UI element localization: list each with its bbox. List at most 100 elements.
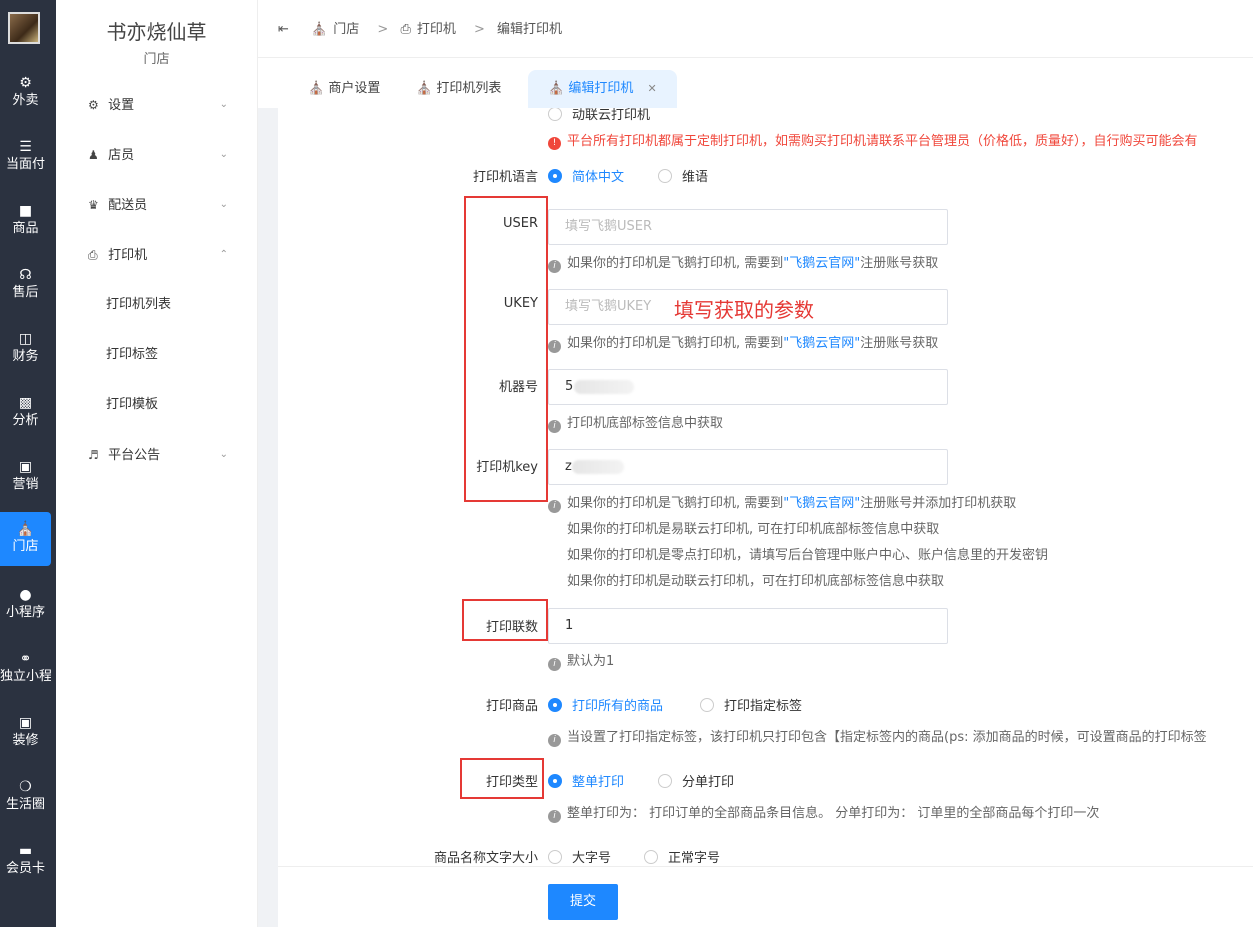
feie-cloud-link[interactable]: "飞鹅云官网" <box>783 496 860 511</box>
radio-checked-icon <box>548 698 562 712</box>
feie-cloud-link[interactable]: "飞鹅云官网" <box>783 256 860 271</box>
collapse-menu-icon[interactable]: ⇤ <box>278 22 289 37</box>
product-icon: ■ <box>18 203 33 219</box>
user-hint: i 如果你的打印机是飞鹅打印机, 需要到"飞鹅云官网"注册账号获取 <box>548 252 938 273</box>
radio-icon <box>658 169 672 183</box>
store-icon: ⛪ <box>416 81 433 96</box>
font-size-option-normal[interactable]: 正常字号 <box>644 847 720 866</box>
link-icon: ⚭ <box>19 651 32 667</box>
breadcrumb-current: 编辑打印机 <box>497 22 563 37</box>
rail-item-store[interactable]: ⛪ 门店 <box>0 512 51 566</box>
radio-checked-icon <box>548 169 562 183</box>
goods-option-tagged[interactable]: 打印指定标签 <box>700 695 802 714</box>
decor-icon: ▣ <box>18 715 33 731</box>
print-type-option-split[interactable]: 分单打印 <box>658 771 734 790</box>
platform-warning: ! 平台所有打印机都属于定制打印机，如需购买打印机请联系平台管理员（价格低，质量好… <box>548 130 1198 150</box>
print-type-hint: i 整单打印为： 打印订单的全部商品条目信息。 分单打印为： 订单里的全部商品每个… <box>548 802 1099 823</box>
language-option-zh[interactable]: 简体中文 <box>548 166 624 185</box>
breadcrumb: ⇤ ⛪ 门店 > ⎙ 打印机 > 编辑打印机 <box>278 18 568 37</box>
rail-item-standalone-miniprogram[interactable]: ⚭ 独立小程序 <box>0 642 51 696</box>
serial-number-hint: i 打印机底部标签信息中获取 <box>548 412 723 433</box>
redacted-value <box>572 460 624 474</box>
print-type-option-whole[interactable]: 整单打印 <box>548 771 624 790</box>
sidebar-item-courier[interactable]: ♛ 配送员 ⌄ <box>56 180 258 230</box>
sidebar-item-printer[interactable]: ⎙ 打印机 ⌃ <box>56 230 258 280</box>
finance-icon: ◫ <box>18 331 33 347</box>
printer-key-hint-2: 如果你的打印机是易联云打印机, 可在打印机底部标签信息中获取 <box>567 522 940 537</box>
list-icon: ☰ <box>19 139 32 155</box>
rail-item-dangmianfu[interactable]: ☰ 当面付 <box>0 130 51 184</box>
chevron-down-icon: ⌄ <box>219 199 228 210</box>
printer-key-hint-1: i 如果你的打印机是飞鹅打印机, 需要到"飞鹅云官网"注册账号并添加打印机获取 <box>548 492 1016 513</box>
info-icon: i <box>548 340 561 353</box>
rail-item-life-circle[interactable]: ❍ 生活圈 <box>0 770 51 824</box>
form-footer: 提交 <box>278 866 1253 927</box>
breadcrumb-store[interactable]: 门店 <box>333 22 359 37</box>
feie-cloud-link[interactable]: "飞鹅云官网" <box>783 336 860 351</box>
secondary-sidebar: 书亦烧仙草 门店 ⚙ 设置 ⌄ ♟ 店员 ⌄ ♛ 配送员 ⌄ ⎙ 打印机 ⌃ 打… <box>56 0 258 927</box>
gear-icon: ⚙ <box>88 98 99 112</box>
rail-item-goods[interactable]: ■ 商品 <box>0 194 51 248</box>
annotation-box-print-type <box>460 758 544 799</box>
sidebar-item-print-template[interactable]: 打印模板 <box>56 380 258 430</box>
sidebar-item-printer-list[interactable]: 打印机列表 <box>56 280 258 330</box>
printer-icon: ⎙ <box>88 248 98 262</box>
sidebar-item-announcement[interactable]: ♬ 平台公告 ⌄ <box>56 430 258 480</box>
user-icon: ♟ <box>88 148 99 162</box>
rail-item-aftersale[interactable]: ☊ 售后 <box>0 258 51 312</box>
megaphone-icon: ♬ <box>88 448 99 462</box>
tab-printer-list[interactable]: ⛪ 打印机列表 <box>416 70 501 108</box>
printer-key-hint-3: 如果你的打印机是零点打印机，请填写后台管理中账户中心、账户信息里的开发密钥 <box>567 548 1049 563</box>
sidebar-item-staff[interactable]: ♟ 店员 ⌄ <box>56 130 258 180</box>
goods-label: 打印商品 <box>485 699 538 714</box>
sidebar-item-settings[interactable]: ⚙ 设置 ⌄ <box>56 80 258 130</box>
chevron-up-icon: ⌃ <box>219 249 228 260</box>
delivery-icon: ⚙ <box>19 75 32 91</box>
info-icon: i <box>548 260 561 273</box>
chevron-down-icon: ⌄ <box>219 449 228 460</box>
copies-hint: i 默认为1 <box>548 650 614 671</box>
wechat-icon: ● <box>19 587 32 603</box>
annotation-box-copies <box>462 599 548 641</box>
rail-item-marketing[interactable]: ▣ 营销 <box>0 450 51 504</box>
submit-button[interactable]: 提交 <box>548 884 618 920</box>
headset-icon: ☊ <box>19 267 32 283</box>
ukey-hint: i 如果你的打印机是飞鹅打印机, 需要到"飞鹅云官网"注册账号获取 <box>548 332 938 353</box>
rail-item-member-card[interactable]: ▬ 会员卡 <box>0 834 51 888</box>
radio-icon <box>548 108 562 121</box>
app-logo[interactable] <box>8 12 40 44</box>
goods-option-all[interactable]: 打印所有的商品 <box>548 695 663 714</box>
annotation-fill-params: 填写获取的参数 <box>674 298 814 322</box>
chart-icon: ▩ <box>18 395 33 411</box>
breadcrumb-separator: > <box>377 22 389 37</box>
warning-icon: ! <box>548 137 561 150</box>
radio-checked-icon <box>548 774 562 788</box>
tab-edit-printer[interactable]: ⛪ 编辑打印机 ✕ <box>528 70 677 108</box>
language-option-uyghur[interactable]: 维语 <box>658 166 708 185</box>
printer-type-option-donglian[interactable]: 动联云打印机 <box>548 108 650 123</box>
circle-icon: ❍ <box>19 779 32 795</box>
rail-item-analysis[interactable]: ▩ 分析 <box>0 386 51 440</box>
rail-item-finance[interactable]: ◫ 财务 <box>0 322 51 376</box>
breadcrumb-printer[interactable]: 打印机 <box>417 22 456 37</box>
tab-bar: ⛪ 商户设置 ⛪ 打印机列表 ⛪ 编辑打印机 ✕ <box>258 58 1253 108</box>
rail-item-decor[interactable]: ▣ 装修 <box>0 706 51 760</box>
top-header: ⇤ ⛪ 门店 > ⎙ 打印机 > 编辑打印机 <box>258 0 1253 58</box>
copies-input[interactable]: 1 <box>548 608 948 644</box>
sidebar-item-print-label[interactable]: 打印标签 <box>56 330 258 380</box>
info-icon: i <box>548 734 561 747</box>
rail-item-miniprogram[interactable]: ● 小程序 <box>0 578 51 632</box>
store-icon: ⛪ <box>548 81 565 96</box>
tab-merchant-settings[interactable]: ⛪ 商户设置 <box>308 70 380 108</box>
info-icon: i <box>548 420 561 433</box>
font-size-option-large[interactable]: 大字号 <box>548 847 611 866</box>
info-icon: i <box>548 500 561 513</box>
close-icon[interactable]: ✕ <box>647 82 656 95</box>
app-rail: ⚙ 外卖 ☰ 当面付 ■ 商品 ☊ 售后 ◫ 财务 ▩ 分析 ▣ 营销 ⛪ 门店… <box>0 0 56 927</box>
radio-icon <box>548 850 562 864</box>
font-size-label: 商品名称文字大小 <box>433 851 538 866</box>
user-input[interactable]: 填写飞鹅USER <box>548 209 948 245</box>
rail-item-waimai[interactable]: ⚙ 外卖 <box>0 66 51 120</box>
delivery-icon: ♛ <box>88 198 99 212</box>
sidebar-section-title: 门店 <box>143 52 170 67</box>
